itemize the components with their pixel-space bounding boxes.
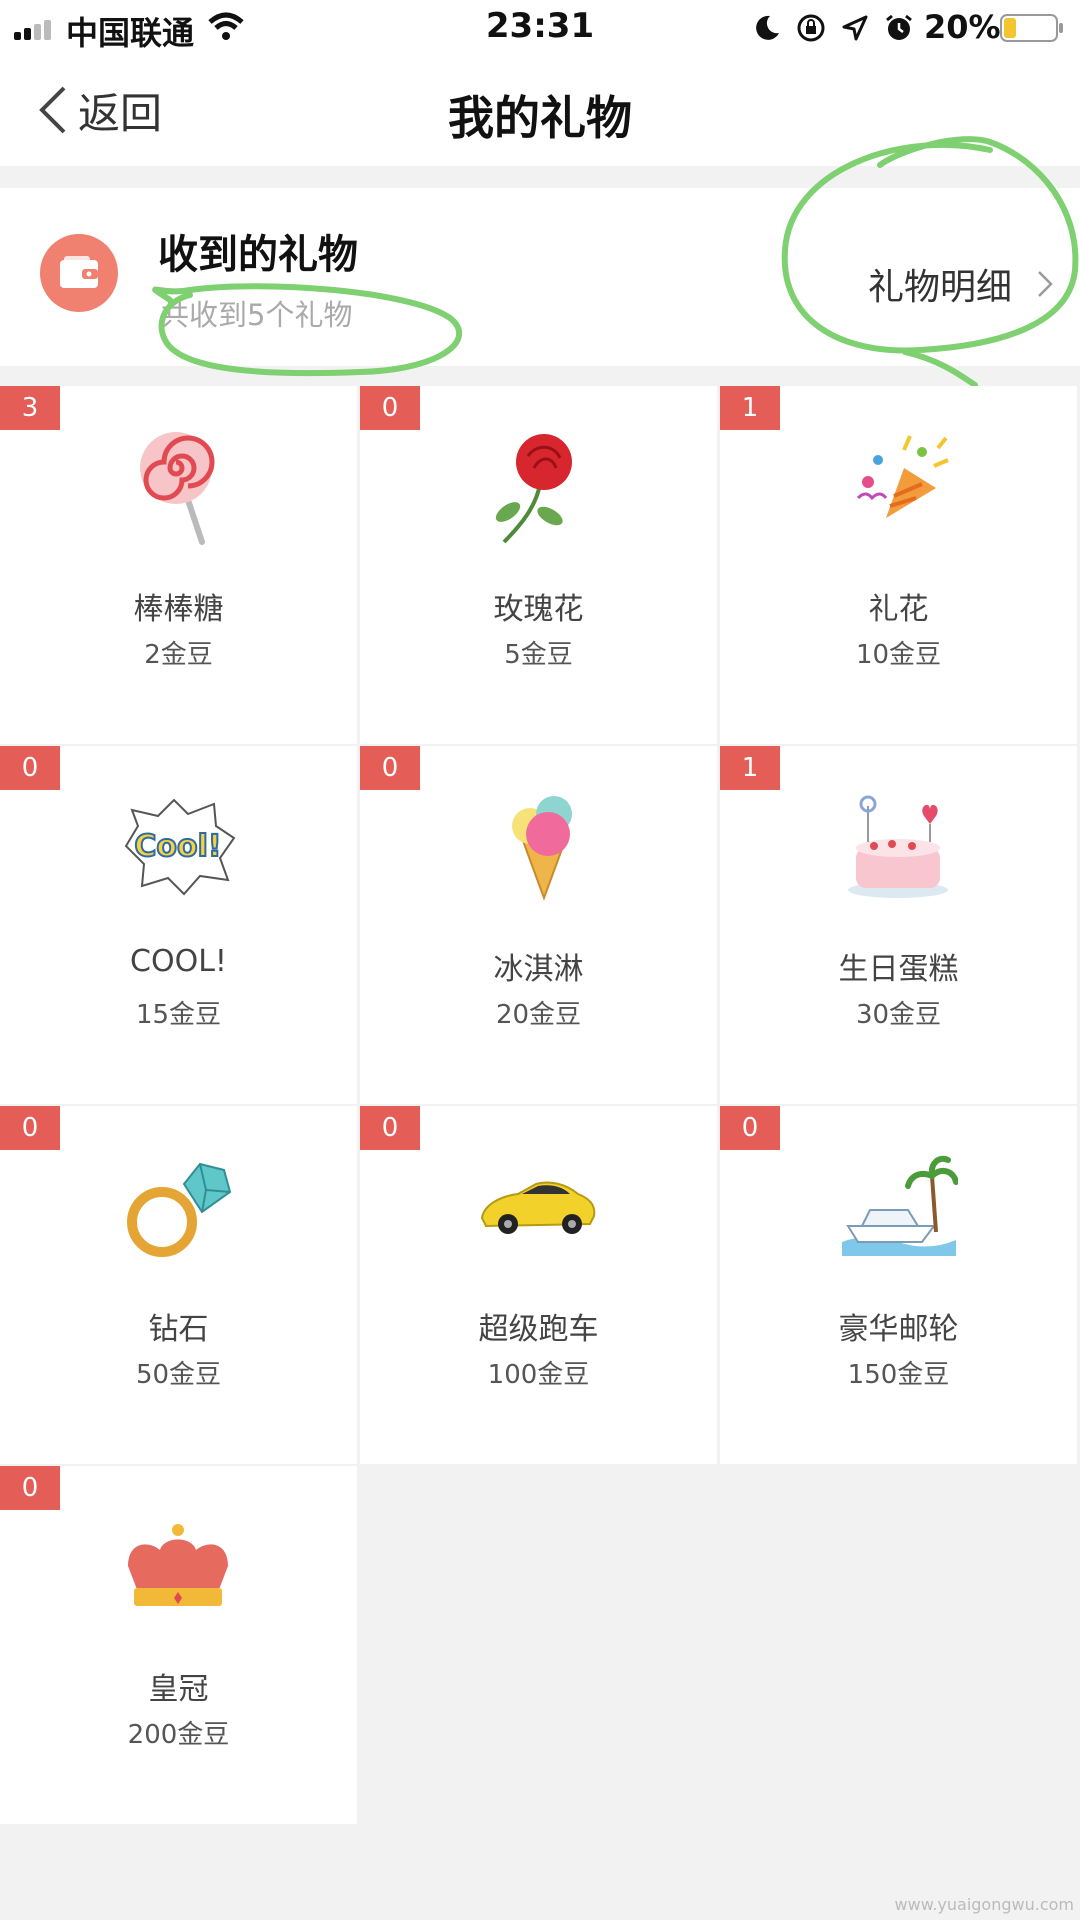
gift-price: 2金豆 <box>144 640 213 670</box>
gift-price: 10金豆 <box>855 640 942 670</box>
page-title: 我的礼物 <box>448 91 632 145</box>
gift-count-badge: 0 <box>0 1106 60 1150</box>
rotation-lock-icon <box>797 14 825 42</box>
wallet-icon <box>40 234 118 312</box>
sports-car-icon <box>480 1181 596 1234</box>
gift-price: 200金豆 <box>127 1720 230 1750</box>
gift-name: 棒棒糖 <box>133 592 224 627</box>
gift-detail-link[interactable]: 礼物明细 <box>868 258 1054 310</box>
gift-item-lollipop[interactable]: 3 棒棒糖 2金豆 <box>0 386 357 744</box>
crown-icon <box>128 1524 228 1606</box>
gift-name: 玫瑰花 <box>493 592 584 627</box>
gift-item-cool[interactable]: 0 Cool! COOL! 15金豆 <box>0 746 357 1104</box>
party-popper-icon <box>856 435 949 518</box>
gift-summary-section: 收到的礼物 共收到5个礼物 礼物明细 <box>0 188 1080 366</box>
gift-price: 5金豆 <box>504 640 573 670</box>
gift-price: 20金豆 <box>495 1000 582 1030</box>
lollipop-icon <box>140 432 215 545</box>
gift-count-badge: 0 <box>0 746 60 790</box>
gift-item-party-popper[interactable]: 1 礼花 10金豆 <box>720 386 1077 744</box>
gift-item-birthday-cake[interactable]: 1 生日蛋糕 30金豆 <box>720 746 1077 1104</box>
gift-name: 礼花 <box>868 592 929 627</box>
gift-count-badge: 0 <box>360 386 420 430</box>
clock: 23:31 <box>485 6 595 46</box>
status-icons <box>752 12 914 44</box>
birthday-cake-icon <box>848 795 948 898</box>
gift-count-badge: 1 <box>720 746 780 790</box>
moon-icon <box>756 15 779 40</box>
alarm-icon <box>886 14 912 40</box>
gift-item-crown[interactable]: 0 皇冠 200金豆 <box>0 1466 357 1824</box>
received-gifts-count: 共收到5个礼物 <box>160 298 353 332</box>
gift-name: 超级跑车 <box>478 1312 599 1347</box>
gift-price: 15金豆 <box>135 1000 222 1030</box>
gift-count-badge: 3 <box>0 386 60 430</box>
gift-item-yacht[interactable]: 0 豪华邮轮 150金豆 <box>720 1106 1077 1464</box>
cool-sticker-icon: Cool! <box>124 798 236 896</box>
chevron-right-icon <box>1038 271 1053 297</box>
battery-percent: 20% <box>924 8 1001 46</box>
navigation-bar: 返回 我的礼物 <box>0 56 1080 166</box>
gift-price: 30金豆 <box>855 1000 942 1030</box>
gift-count-badge: 0 <box>720 1106 780 1150</box>
rose-icon <box>495 434 572 544</box>
gift-name: 冰淇淋 <box>493 952 584 987</box>
gift-name: 钻石 <box>148 1312 209 1347</box>
yacht-icon <box>842 1155 958 1256</box>
gift-detail-label: 礼物明细 <box>867 267 1012 308</box>
gift-item-sports-car[interactable]: 0 超级跑车 100金豆 <box>360 1106 717 1464</box>
received-gifts-title: 收到的礼物 <box>158 232 358 278</box>
location-icon <box>842 15 868 41</box>
status-bar: 中国联通 23:31 20% <box>0 0 1080 56</box>
gift-name: 生日蛋糕 <box>838 952 959 987</box>
gift-count-badge: 0 <box>360 746 420 790</box>
gift-price: 100金豆 <box>487 1360 590 1390</box>
gift-count-badge: 0 <box>0 1466 60 1510</box>
diamond-ring-icon <box>127 1162 232 1257</box>
gift-count-badge: 0 <box>360 1106 420 1150</box>
gift-item-ice-cream[interactable]: 0 冰淇淋 20金豆 <box>360 746 717 1104</box>
svg-text:Cool!: Cool! <box>134 829 221 864</box>
gift-name: 皇冠 <box>148 1672 209 1707</box>
watermark: www.yuaigongwu.com <box>894 1895 1074 1914</box>
battery-icon <box>1000 14 1063 42</box>
gift-item-rose[interactable]: 0 玫瑰花 5金豆 <box>360 386 717 744</box>
gift-item-diamond[interactable]: 0 钻石 50金豆 <box>0 1106 357 1464</box>
gift-price: 150金豆 <box>847 1360 950 1390</box>
gift-price: 50金豆 <box>135 1360 222 1390</box>
gift-count-badge: 1 <box>720 386 780 430</box>
ice-cream-icon <box>512 796 572 901</box>
gift-name: 豪华邮轮 <box>838 1312 959 1347</box>
gift-name: COOL! <box>130 944 227 979</box>
